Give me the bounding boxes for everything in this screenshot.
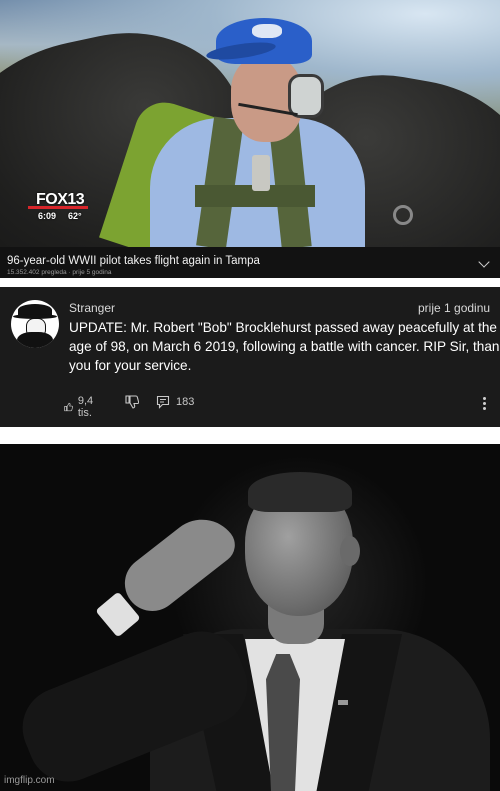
video-player[interactable]: FOX13 6:09 62°: [0, 0, 500, 247]
watermark: imgflip.com: [4, 775, 55, 786]
comment-author[interactable]: Stranger: [69, 301, 115, 315]
harness-buckle: [252, 155, 270, 191]
cockpit-gauge: [393, 205, 413, 225]
video-title: 96-year-old WWII pilot takes flight agai…: [7, 255, 260, 267]
salute-photo: imgflip.com: [0, 444, 500, 791]
channel-logo-bar: [28, 206, 88, 209]
comment-card: Stranger prije 1 godinu UPDATE: Mr. Robe…: [0, 287, 500, 427]
hair: [248, 472, 352, 512]
like-button[interactable]: 9,4 tis.: [64, 395, 98, 419]
dislike-button[interactable]: [125, 395, 139, 409]
panel-divider: [0, 427, 500, 444]
ticker-time: 6:09: [38, 211, 57, 221]
thumbs-down-icon: [125, 395, 139, 409]
reply-button[interactable]: 183: [156, 395, 194, 409]
panel-divider: [0, 278, 500, 287]
ticker-temperature: 62°: [68, 211, 82, 221]
necktie: [266, 654, 300, 791]
comment-text: UPDATE: Mr. Robert "Bob" Brocklehurst pa…: [69, 320, 500, 373]
reply-count: 183: [176, 396, 195, 408]
avatar[interactable]: [11, 300, 59, 348]
video-title-bar[interactable]: 96-year-old WWII pilot takes flight agai…: [0, 247, 500, 278]
thumbs-up-icon: [64, 402, 73, 412]
reply-icon: [156, 395, 170, 409]
video-meta: 15.352.402 pregleda · prije 5 godina: [7, 269, 112, 276]
ear: [340, 536, 360, 566]
like-count: 9,4 tis.: [77, 395, 94, 419]
headset-icon: [288, 74, 324, 118]
channel-ticker: 6:09 62°: [38, 211, 94, 221]
avatar-coat: [17, 332, 53, 348]
comment-timestamp: prije 1 godinu: [418, 301, 491, 315]
flag-pin: [338, 700, 348, 705]
cap-emblem: [252, 24, 282, 38]
more-vertical-icon[interactable]: [481, 395, 487, 413]
